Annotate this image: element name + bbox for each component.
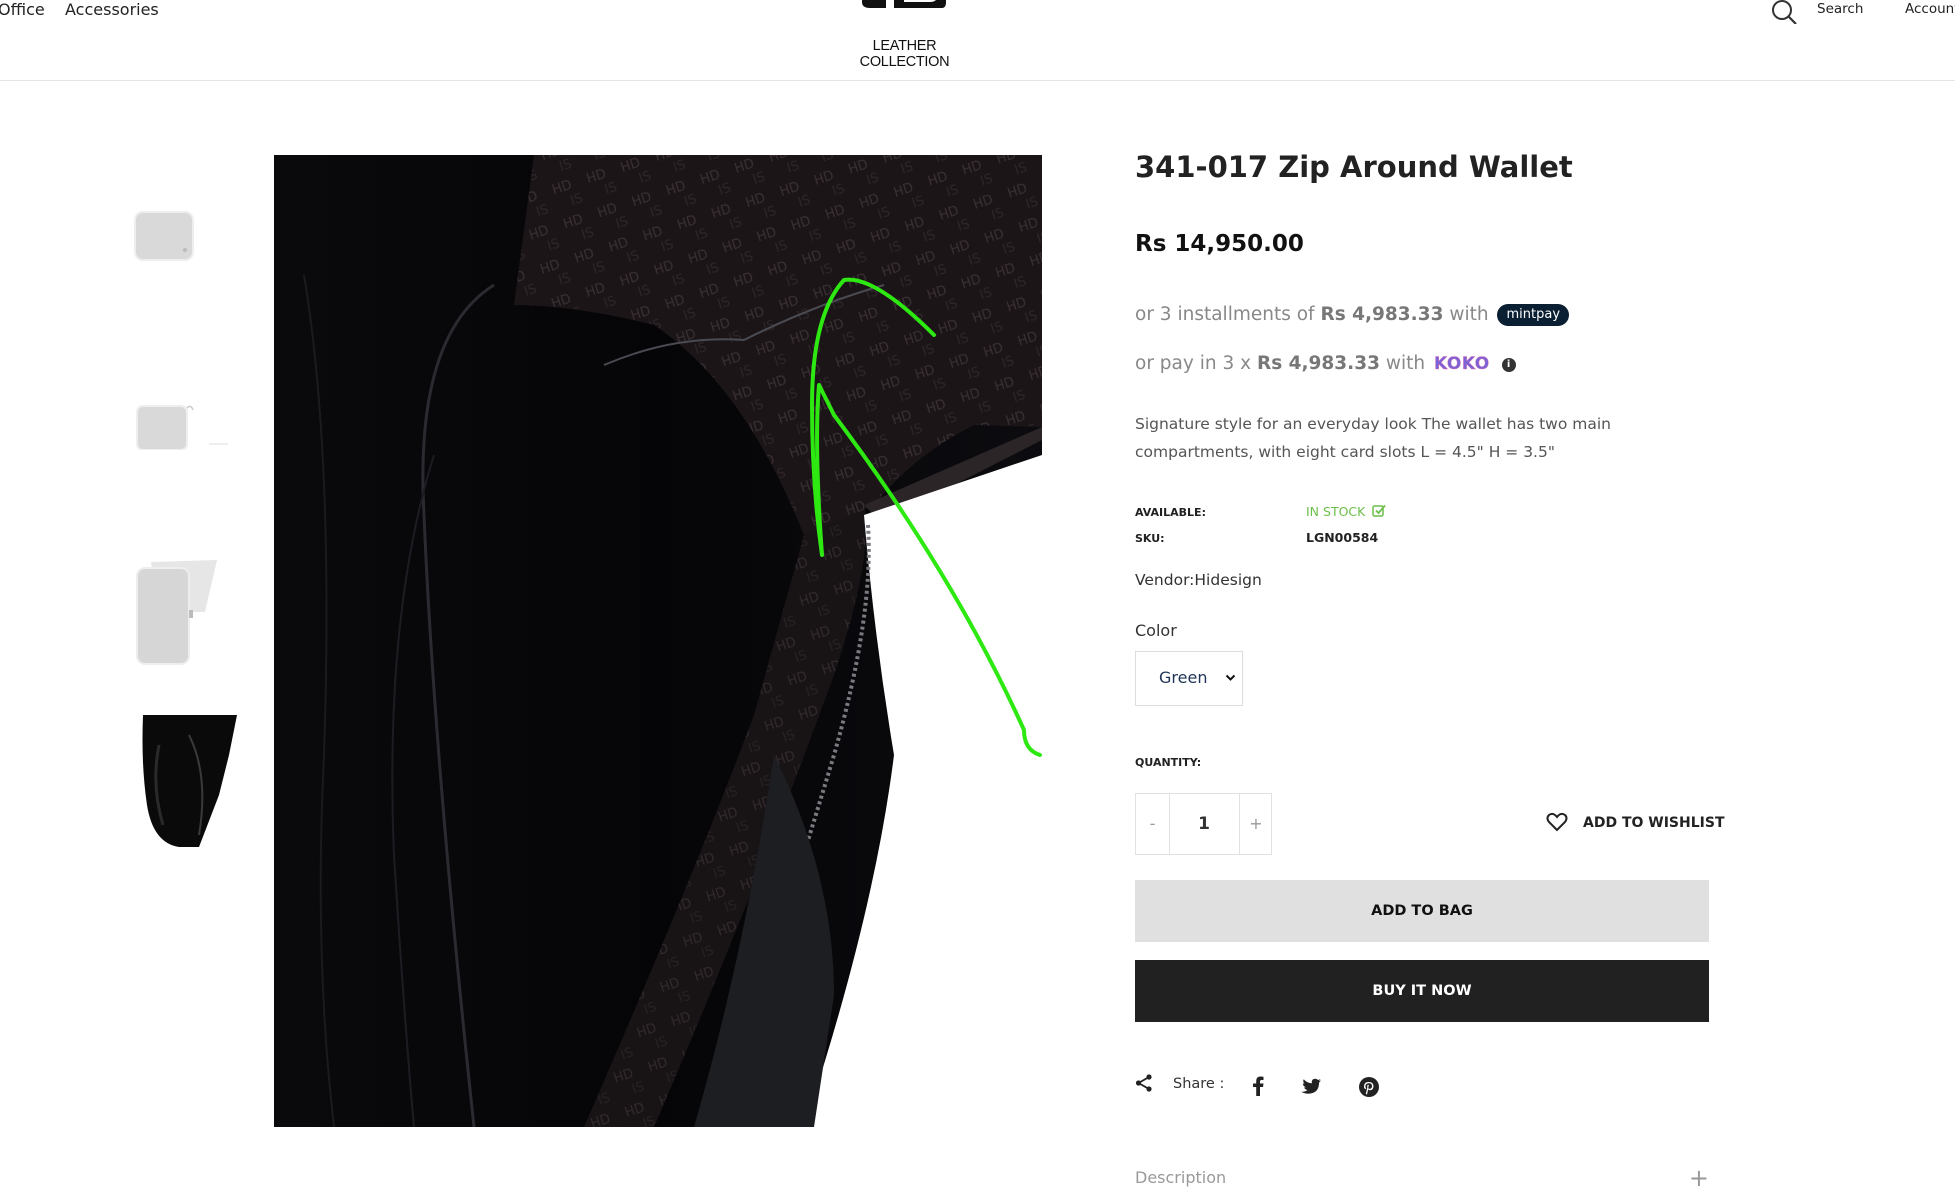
koko-logo[interactable]: KOKO: [1434, 354, 1490, 374]
quantity-input[interactable]: 1: [1169, 794, 1239, 854]
wishlist-label: ADD TO WISHLIST: [1583, 815, 1725, 831]
facebook-icon[interactable]: [1252, 1076, 1264, 1096]
stock-status: IN STOCK: [1306, 504, 1387, 519]
quantity-stepper: - 1 +: [1135, 793, 1272, 855]
description-accordion[interactable]: Description +: [1135, 1164, 1709, 1192]
share-label: Share :: [1173, 1076, 1225, 1092]
share-icon: [1135, 1074, 1152, 1092]
mintpay-amount: Rs 4,983.33: [1320, 304, 1444, 325]
add-to-bag-button[interactable]: ADD TO BAG: [1135, 880, 1709, 942]
sku-label: SKU:: [1135, 532, 1165, 545]
info-icon[interactable]: i: [1501, 358, 1516, 372]
quantity-label: QUANTITY:: [1135, 756, 1202, 769]
check-square-icon: [1372, 504, 1387, 517]
logo-mark-icon: [862, 0, 946, 8]
pinterest-icon[interactable]: [1358, 1076, 1380, 1098]
available-label: AVAILABLE:: [1135, 506, 1206, 519]
heart-icon: [1546, 812, 1568, 832]
quantity-increase-button[interactable]: +: [1239, 794, 1272, 854]
thumbnail-4[interactable]: [139, 715, 237, 851]
vendor: Vendor:Hidesign: [1135, 571, 1262, 589]
mintpay-prefix: or 3 installments of: [1135, 304, 1315, 325]
stock-status-text: IN STOCK: [1306, 504, 1366, 519]
logo-text: LEATHER COLLECTION: [859, 38, 950, 70]
product-price: Rs 14,950.00: [1135, 231, 1304, 257]
plus-icon: +: [1688, 1164, 1709, 1192]
search-link[interactable]: Search: [1817, 1, 1863, 17]
koko-installment: or pay in 3 x Rs 4,983.33 with KOKO i: [1135, 353, 1516, 374]
search-icon[interactable]: [1771, 0, 1799, 24]
koko-with: with: [1385, 353, 1426, 374]
nav-office[interactable]: Office: [0, 0, 45, 19]
product-title: 341-017 Zip Around Wallet: [1135, 150, 1573, 184]
color-select[interactable]: Green: [1135, 651, 1243, 706]
color-select-value: Green: [1159, 668, 1208, 687]
mintpay-installment: or 3 installments of Rs 4,983.33 with mi…: [1135, 304, 1570, 326]
color-label: Color: [1135, 621, 1177, 640]
koko-amount: Rs 4,983.33: [1256, 353, 1380, 374]
twitter-icon[interactable]: [1300, 1078, 1322, 1096]
main-product-image[interactable]: HD IS: [274, 155, 1042, 1127]
buy-now-button[interactable]: BUY IT NOW: [1135, 960, 1709, 1022]
accordion-title: Description: [1135, 1168, 1227, 1187]
thumbnail-1[interactable]: [133, 208, 197, 264]
mintpay-badge[interactable]: mintpay: [1497, 304, 1570, 326]
sku-value: LGN00584: [1306, 530, 1379, 545]
thumbnail-2[interactable]: [133, 400, 229, 450]
chevron-down-icon: [1225, 674, 1236, 681]
site-header: Office Accessories LEATHER COLLECTION Se…: [0, 0, 1955, 81]
site-logo[interactable]: LEATHER COLLECTION: [833, 0, 976, 70]
quantity-decrease-button[interactable]: -: [1136, 794, 1170, 854]
product-description: Signature style for an everyday look The…: [1135, 415, 1611, 461]
nav-accessories[interactable]: Accessories: [65, 0, 159, 19]
koko-prefix: or pay in 3 x: [1135, 353, 1252, 374]
thumbnail-3[interactable]: [133, 556, 223, 668]
account-link[interactable]: Account: [1905, 1, 1955, 17]
mintpay-with: with: [1449, 304, 1489, 325]
